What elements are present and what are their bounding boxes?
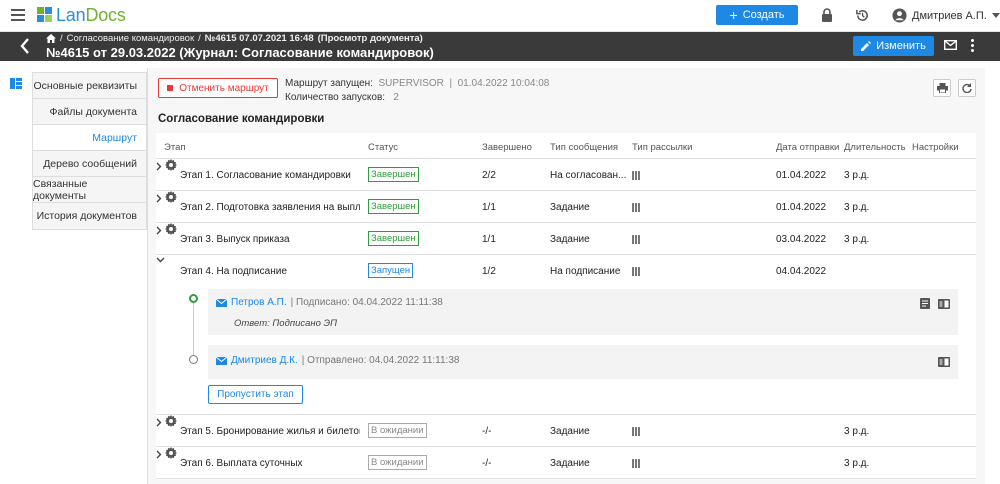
mailing-type-icon <box>632 459 640 468</box>
status-badge: В ожидании <box>368 423 427 438</box>
print-button[interactable] <box>933 79 951 97</box>
back-icon[interactable] <box>20 38 30 54</box>
pencil-icon <box>861 41 872 51</box>
logo-text: LanDocs <box>56 4 126 25</box>
status-badge: В ожидании <box>368 455 427 470</box>
route-info: Маршрут запущен: SUPERVISOR | 01.04.2022… <box>285 78 550 103</box>
more-icon[interactable] <box>971 39 975 54</box>
chevron-right-icon[interactable] <box>156 418 162 427</box>
mailing-type-icon <box>632 203 640 212</box>
nav-item-route[interactable]: Маршрут <box>33 125 146 151</box>
plus-icon: + <box>729 7 738 23</box>
route-started-by: SUPERVISOR <box>378 78 444 89</box>
lock-icon[interactable] <box>818 6 836 24</box>
table-row[interactable]: Этап 4. На подписание Запущен 1/2 На под… <box>156 255 976 287</box>
menu-icon[interactable] <box>11 9 25 21</box>
signer-meta: | Подписано: 04.04.2022 11:11:38 <box>290 297 443 308</box>
user-name: Дмитриев А.П. <box>912 9 987 22</box>
envelope-icon <box>216 356 227 365</box>
edit-button[interactable]: Изменить <box>853 36 934 56</box>
timeline-line <box>193 303 194 355</box>
table-row[interactable]: Этап 1. Согласование командировки Заверш… <box>156 159 976 191</box>
status-badge: Завершен <box>368 231 419 246</box>
stages-table: Этап Статус Завершено Тип сообщения Тип … <box>156 133 976 479</box>
signer-answer: Ответ: Подписано ЭП <box>234 318 338 329</box>
edit-button-label: Изменить <box>876 40 926 52</box>
user-menu[interactable]: Дмитриев А.П. <box>892 8 1000 23</box>
skip-stage-button[interactable]: Пропустить этап <box>208 385 303 404</box>
route-launch-count: 2 <box>393 92 399 103</box>
timeline-pending-dot <box>189 355 198 364</box>
nav-item-doc-history[interactable]: История документов <box>33 203 146 229</box>
print-icon <box>936 83 948 93</box>
app-logo[interactable]: LanDocs <box>37 5 126 25</box>
table-header: Этап Статус Завершено Тип сообщения Тип … <box>156 133 976 159</box>
table-row[interactable]: Этап 3. Выпуск приказа Завершен 1/1 Зада… <box>156 223 976 255</box>
gear-icon[interactable] <box>164 415 177 427</box>
status-badge: Запущен <box>368 263 414 278</box>
document-header: / Согласование командировок / №4615 07.0… <box>0 32 1000 61</box>
signer-card: Петров А.П. | Подписано: 04.04.2022 11:1… <box>208 289 958 335</box>
page-title: №4615 от 29.03.2022 (Журнал: Согласовани… <box>46 45 434 60</box>
status-badge: Завершен <box>368 167 419 182</box>
chevron-right-icon[interactable] <box>156 162 162 171</box>
panel-toggle-icon[interactable] <box>10 78 22 89</box>
document-icon[interactable] <box>920 298 930 309</box>
refresh-icon <box>962 83 972 93</box>
status-badge: Завершен <box>368 199 419 214</box>
logo-mark-icon <box>37 7 53 23</box>
gear-icon[interactable] <box>164 447 177 459</box>
breadcrumb: / Согласование командировок / №4615 07.0… <box>46 33 423 44</box>
envelope-icon <box>216 298 227 307</box>
route-title: Согласование командировки <box>158 113 325 125</box>
card-view-icon[interactable] <box>938 357 950 367</box>
breadcrumb-journal[interactable]: Согласование командировок <box>67 33 194 44</box>
mail-icon[interactable] <box>944 40 957 50</box>
mailing-type-icon <box>632 171 640 180</box>
table-row[interactable]: Этап 5. Бронирование жилья и билетов В о… <box>156 415 976 447</box>
mailing-type-icon <box>632 267 640 276</box>
avatar-icon <box>892 8 907 23</box>
cancel-route-button[interactable]: Отменить маршрут <box>158 78 278 98</box>
chevron-right-icon[interactable] <box>156 226 162 235</box>
card-view-icon[interactable] <box>938 299 950 309</box>
stop-icon <box>167 85 174 91</box>
signer-card: Дмитриев Д.К. | Отправлено: 04.04.2022 1… <box>208 345 958 379</box>
signer-name[interactable]: Петров А.П. <box>231 297 287 308</box>
history-icon[interactable] <box>853 6 871 24</box>
timeline-done-dot <box>189 294 198 303</box>
route-panel: Отменить маршрут Маршрут запущен: SUPERV… <box>147 68 985 484</box>
nav-item-related-docs[interactable]: Связанные документы <box>33 177 146 203</box>
refresh-button[interactable] <box>958 79 976 97</box>
chevron-right-icon[interactable] <box>156 450 162 459</box>
stage-details: Петров А.П. | Подписано: 04.04.2022 11:1… <box>156 287 976 415</box>
home-icon[interactable] <box>46 34 56 43</box>
nav-item-files[interactable]: Файлы документа <box>33 99 146 125</box>
table-row[interactable]: Этап 2. Подготовка заявления на выплат..… <box>156 191 976 223</box>
create-button-label: Создать <box>742 9 785 21</box>
signer-meta: | Отправлено: 04.04.2022 11:11:38 <box>301 355 460 366</box>
breadcrumb-mode: (Просмотр документа) <box>317 33 423 44</box>
table-row[interactable]: Этап 6. Выплата суточных В ожидании -/- … <box>156 447 976 479</box>
mailing-type-icon <box>632 235 640 244</box>
chevron-down-icon <box>991 12 1000 18</box>
breadcrumb-document: №4615 07.07.2021 16:48 <box>204 33 314 44</box>
mailing-type-icon <box>632 427 640 436</box>
route-started-at: 01.04.2022 10:04:08 <box>457 78 550 89</box>
nav-item-main-props[interactable]: Основные реквизиты <box>33 73 146 99</box>
gear-icon[interactable] <box>164 223 177 235</box>
signer-name[interactable]: Дмитриев Д.К. <box>231 355 298 366</box>
gear-icon[interactable] <box>164 191 177 203</box>
nav-item-message-tree[interactable]: Дерево сообщений <box>33 151 146 177</box>
document-sections-nav: Основные реквизиты Файлы документа Маршр… <box>32 72 147 230</box>
create-button[interactable]: + Создать <box>716 5 798 25</box>
top-bar: LanDocs + Создать Дмитриев А.П. <box>0 0 1000 32</box>
chevron-right-icon[interactable] <box>156 194 162 203</box>
chevron-down-icon[interactable] <box>156 257 165 263</box>
gear-icon[interactable] <box>164 159 177 171</box>
